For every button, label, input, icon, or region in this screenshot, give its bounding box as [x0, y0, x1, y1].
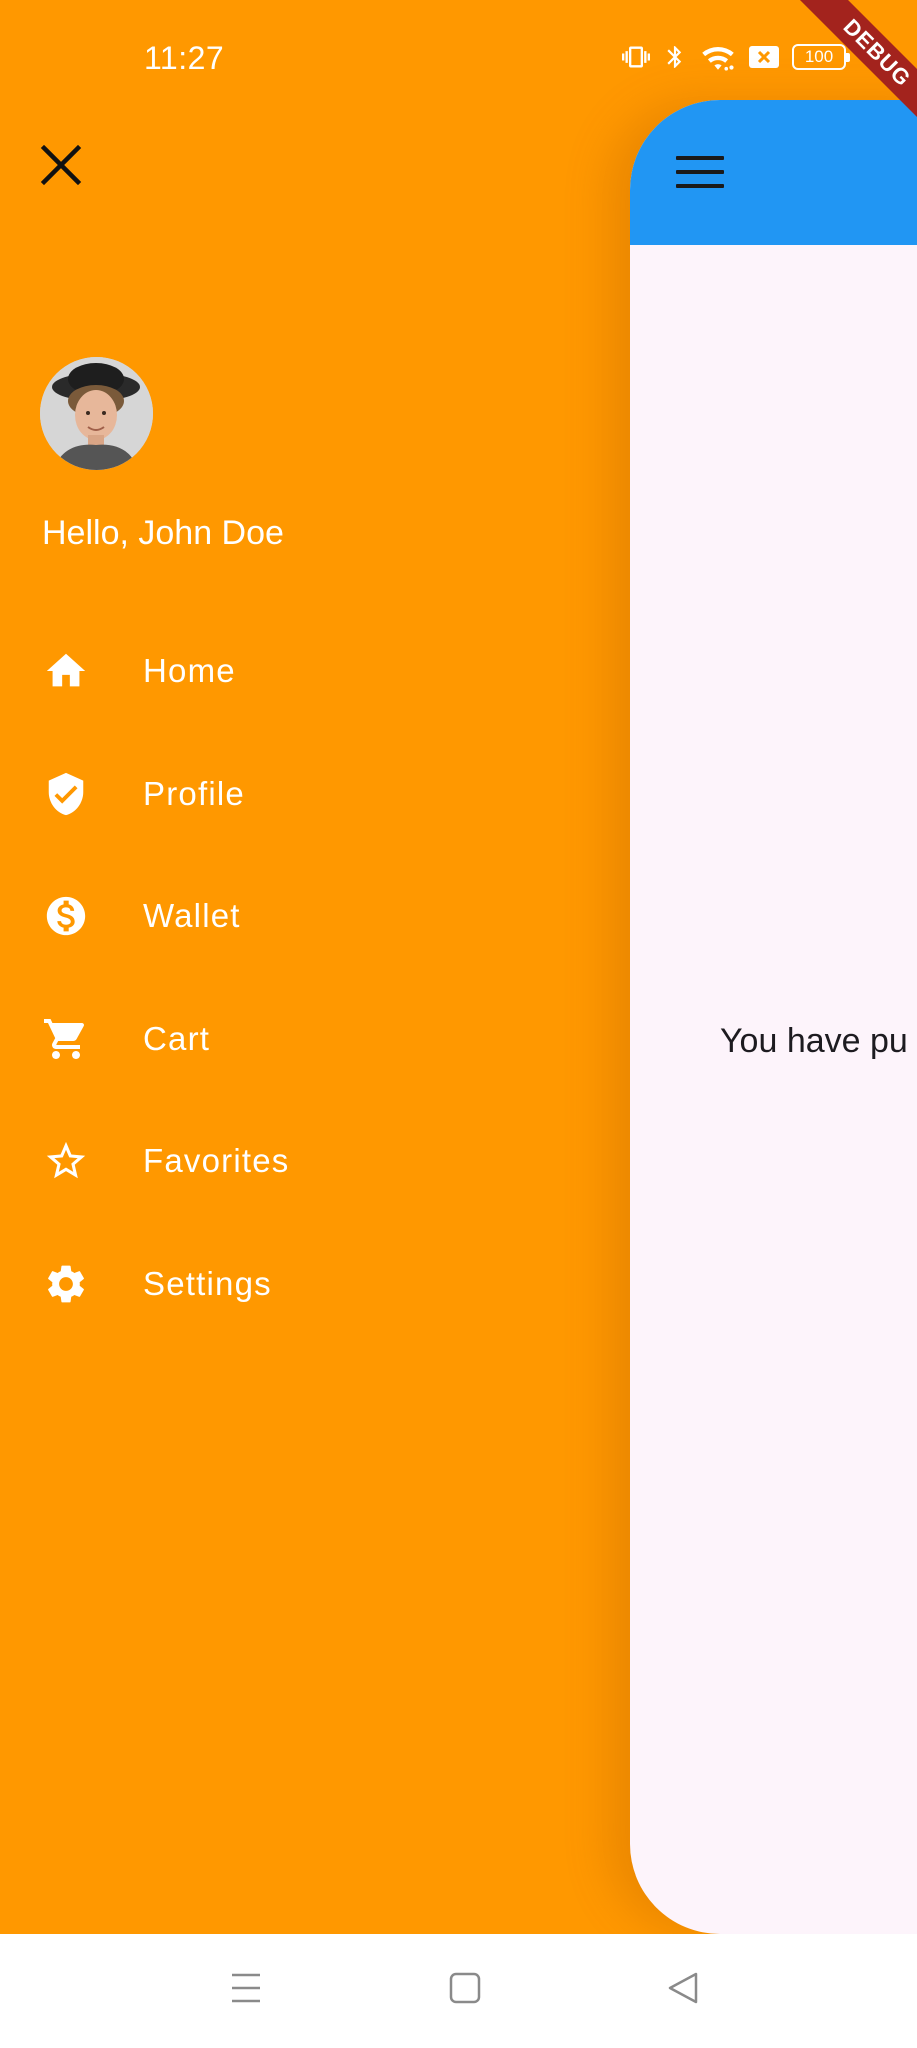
menu-item-label: Settings — [143, 1264, 272, 1302]
dollar-icon — [42, 892, 90, 940]
menu-item-label: Profile — [143, 774, 245, 812]
menu-item-favorites[interactable]: Favorites — [0, 1100, 600, 1223]
menu-item-settings[interactable]: Settings — [0, 1223, 600, 1346]
menu-item-profile[interactable]: Profile — [0, 733, 600, 856]
menu-item-home[interactable]: Home — [0, 610, 600, 733]
menu-item-label: Wallet — [143, 897, 241, 935]
sim-off-icon — [748, 44, 780, 70]
menu-item-label: Home — [143, 652, 236, 690]
menu-item-wallet[interactable]: Wallet — [0, 855, 600, 978]
greeting-text: Hello, John Doe — [42, 514, 284, 552]
avatar — [40, 357, 153, 470]
bluetooth-icon — [662, 42, 688, 72]
back-icon[interactable] — [666, 1970, 700, 2011]
debug-banner: DEBUG — [777, 0, 917, 140]
menu-item-cart[interactable]: Cart — [0, 978, 600, 1101]
home-icon — [42, 647, 90, 695]
star-icon — [42, 1137, 90, 1185]
system-nav-bar — [0, 1934, 917, 2048]
drawer-menu: Home Profile Wallet Cart Favorites Setti… — [0, 610, 600, 1345]
close-icon[interactable] — [38, 142, 84, 188]
menu-item-label: Favorites — [143, 1142, 290, 1180]
cart-icon — [42, 1015, 90, 1063]
hamburger-icon[interactable] — [676, 156, 724, 190]
menu-item-label: Cart — [143, 1019, 211, 1057]
recents-icon[interactable] — [230, 1970, 262, 2011]
status-time: 11:27 — [144, 40, 225, 76]
vibrate-icon — [622, 43, 650, 71]
verified-shield-icon — [42, 770, 90, 818]
main-page[interactable]: You have pu — [630, 100, 917, 1934]
gear-icon — [42, 1260, 90, 1308]
wifi-icon — [700, 42, 736, 72]
home-icon[interactable] — [448, 1970, 482, 2011]
counter-text: You have pu — [720, 1022, 908, 1060]
debug-label: DEBUG — [787, 0, 917, 140]
